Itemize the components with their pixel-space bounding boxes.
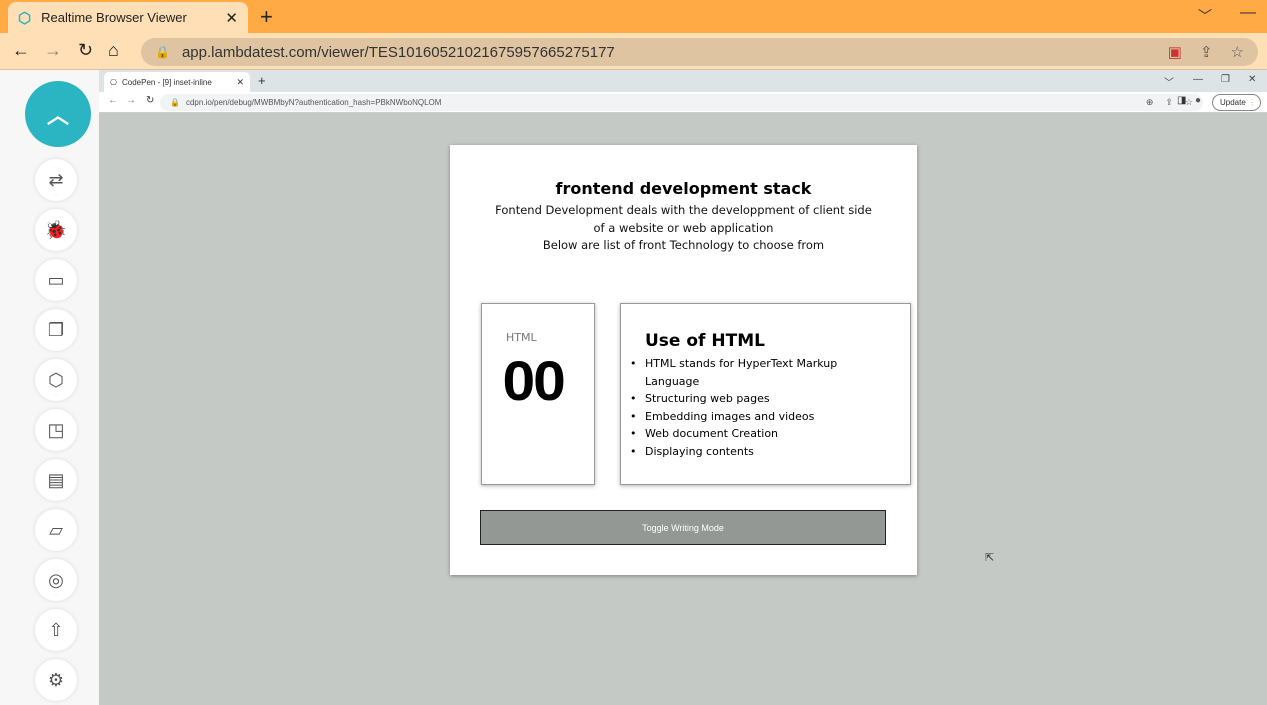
inner-tab[interactable]: ⎔ CodePen - [9] inset-inline ✕ <box>104 72 250 92</box>
blocked-popup-icon[interactable]: ▣ <box>1168 43 1182 61</box>
switch-browser-icon[interactable]: ⇄ <box>35 159 77 201</box>
inner-close-button[interactable]: ✕ <box>1248 74 1256 85</box>
list-item: HTML stands for HyperText Markup Languag… <box>645 355 860 390</box>
outer-tab-title: Realtime Browser Viewer <box>41 10 187 25</box>
folder-icon[interactable]: ▱ <box>35 509 77 551</box>
inner-restore-button[interactable]: ❐ <box>1221 74 1230 85</box>
inner-address-bar[interactable]: 🔒 cdpn.io/pen/debug/MWBMbyN?authenticati… <box>160 94 1203 111</box>
description-line-1: Fontend Development deals with the devel… <box>490 202 877 237</box>
outer-tab[interactable]: ⬡ Realtime Browser Viewer ✕ <box>8 2 248 33</box>
upload-icon[interactable]: ⇧ <box>35 609 77 651</box>
inner-minimize-button[interactable]: — <box>1193 74 1203 85</box>
responsive-icon[interactable]: ◳ <box>35 409 77 451</box>
inner-reload-icon[interactable]: ↻ <box>146 95 154 106</box>
description-line-2: Below are list of front Technology to ch… <box>490 237 877 255</box>
collapse-sidebar-button[interactable]: ︿ <box>25 81 91 147</box>
list-item: Web document Creation <box>645 425 860 443</box>
list-item: Structuring web pages <box>645 390 860 408</box>
update-label: Update <box>1220 98 1246 107</box>
content-card: frontend development stack Fontend Devel… <box>450 145 917 575</box>
inner-share-icon[interactable]: ⇪ <box>1165 97 1173 108</box>
resolution-monitor-icon[interactable]: ▤ <box>35 459 77 501</box>
inner-back-icon[interactable]: ← <box>108 95 118 106</box>
profile-avatar-icon[interactable]: ● <box>1195 95 1201 106</box>
reload-icon[interactable]: ↻ <box>78 40 93 61</box>
update-button[interactable]: Update⋮ <box>1212 94 1261 111</box>
back-icon[interactable]: ← <box>12 40 30 61</box>
outer-address-bar[interactable]: 🔒 app.lambdatest.com/viewer/TES101605210… <box>141 38 1258 66</box>
zoom-icon[interactable]: ⊕ <box>1146 97 1154 108</box>
bookmark-star-icon[interactable]: ☆ <box>1231 43 1244 61</box>
list-item: Embedding images and videos <box>645 408 860 426</box>
inner-lock-icon: 🔒 <box>170 98 180 107</box>
inner-tab-bar <box>99 70 1267 92</box>
new-tab-button[interactable]: + <box>260 4 273 30</box>
counter-label: HTML <box>506 331 537 344</box>
settings-gear-icon[interactable]: ⚙ <box>35 659 77 701</box>
uses-title: Use of HTML <box>645 331 765 351</box>
forward-icon[interactable]: → <box>44 40 62 61</box>
page-description: Fontend Development deals with the devel… <box>490 202 877 255</box>
minimize-button[interactable]: — <box>1240 4 1256 22</box>
location-pin-icon[interactable]: ◎ <box>35 559 77 601</box>
page-title: frontend development stack <box>450 179 917 198</box>
bug-icon[interactable]: 🐞 <box>35 209 77 251</box>
home-icon[interactable]: ⌂ <box>108 40 119 61</box>
outer-url: app.lambdatest.com/viewer/TES10160521021… <box>182 44 615 61</box>
uses-list: HTML stands for HyperText Markup Languag… <box>645 355 860 461</box>
inner-forward-icon[interactable]: → <box>126 95 136 106</box>
codepen-icon: ⎔ <box>110 78 117 87</box>
share-icon[interactable]: ⇪ <box>1200 43 1213 61</box>
list-item: Displaying contents <box>645 443 860 461</box>
counter-value: 00 <box>503 348 564 413</box>
inner-tab-title: CodePen - [9] inset-inline <box>122 78 212 87</box>
tab-search-chevron-icon[interactable]: ﹀ <box>1198 6 1212 26</box>
screenshot-gallery-icon[interactable]: ❐ <box>35 309 77 351</box>
3d-box-icon[interactable]: ⬡ <box>35 359 77 401</box>
toggle-writing-mode-button[interactable]: Toggle Writing Mode <box>480 510 886 545</box>
menu-dots-icon[interactable]: ⋮ <box>1248 98 1256 107</box>
close-tab-icon[interactable]: ✕ <box>225 9 238 27</box>
uses-box: Use of HTML HTML stands for HyperText Ma… <box>620 303 911 485</box>
side-panel-icon[interactable]: ◨ <box>1177 95 1186 106</box>
close-inner-tab-icon[interactable]: ✕ <box>236 77 244 88</box>
inner-new-tab-button[interactable]: + <box>258 73 266 88</box>
mouse-cursor-icon: ⇱ <box>985 551 994 564</box>
inner-url: cdpn.io/pen/debug/MWBMbyN?authentication… <box>186 98 441 107</box>
counter-box: HTML 00 <box>481 303 595 485</box>
inner-tab-search-icon[interactable]: ﹀ <box>1164 74 1174 89</box>
lock-icon: 🔒 <box>155 45 170 59</box>
video-camera-icon[interactable]: ▭ <box>35 259 77 301</box>
lambdatest-logo-icon: ⬡ <box>18 9 31 27</box>
